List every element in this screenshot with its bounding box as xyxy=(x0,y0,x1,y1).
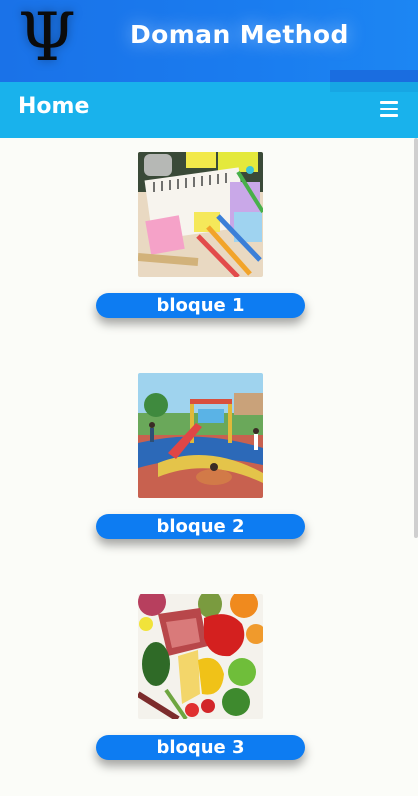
block-card-2: bloque 2 xyxy=(0,373,418,545)
psi-logo-icon: Ψ xyxy=(18,0,76,76)
block-2-button[interactable]: bloque 2 xyxy=(96,514,305,539)
nav-bar: Home xyxy=(0,82,418,138)
school-supplies-image[interactable] xyxy=(138,152,263,277)
fruits-vegetables-image[interactable] xyxy=(138,594,263,719)
block-card-3: bloque 3 xyxy=(0,594,418,766)
playground-image[interactable] xyxy=(138,373,263,498)
hamburger-menu-icon[interactable] xyxy=(378,99,400,119)
block-1-button[interactable]: bloque 1 xyxy=(96,293,305,318)
app-header: Ψ Doman Method xyxy=(0,0,418,82)
block-card-1: bloque 1 xyxy=(0,152,418,324)
app-title: Doman Method xyxy=(130,20,349,49)
page-title: Home xyxy=(18,94,90,119)
block-3-button[interactable]: bloque 3 xyxy=(96,735,305,760)
